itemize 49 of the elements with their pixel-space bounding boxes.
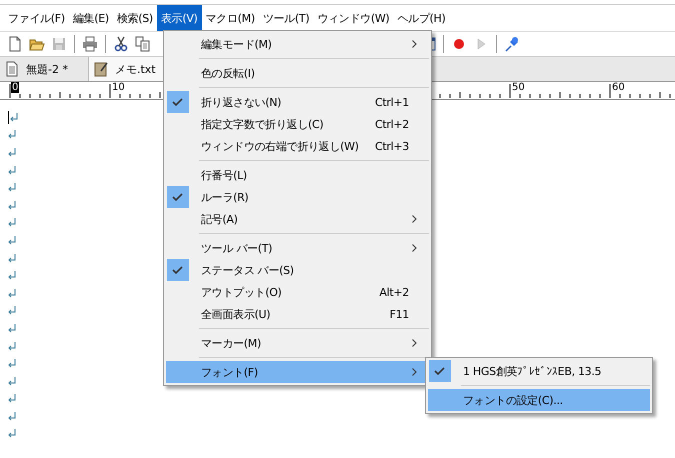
menu-item[interactable]: マーカー(M) [166, 332, 429, 354]
line-break-icon [8, 359, 16, 370]
line-break-icon [8, 254, 16, 264]
menu-item[interactable]: アウトプット(O) Alt+2 [166, 281, 429, 303]
document-icon [4, 61, 20, 77]
ruler-number: 60 [611, 82, 626, 93]
line-break-icon [8, 148, 16, 158]
line-break-icon [8, 324, 16, 334]
line-break-icon [8, 236, 16, 246]
ruler-number: 50 [511, 82, 526, 93]
line-break-icon [8, 200, 16, 211]
menu-item[interactable]: 全画面表示(U) F11 [166, 303, 429, 325]
menu-item[interactable]: 指定文字数で折り返し(C) Ctrl+2 [166, 113, 429, 135]
menu-item[interactable]: 編集モード(M) [166, 33, 429, 55]
menu-item[interactable]: 折り返さない(N) Ctrl+1 [166, 91, 429, 113]
menu-item[interactable]: ツール バー(T) [166, 237, 429, 259]
ruler-number: 0 [11, 82, 20, 93]
ruler-number: 10 [111, 82, 126, 93]
menu-item[interactable]: マクロ(M) [202, 5, 259, 31]
document-tab[interactable]: 無題-2 * [0, 57, 82, 81]
line-break-icon [8, 183, 16, 194]
menu-item[interactable]: フォントの設定(C)... [428, 389, 650, 411]
menu-item[interactable]: ステータス バー(S) [166, 259, 429, 281]
line-break-icon [8, 306, 16, 316]
line-break-icon [8, 288, 16, 299]
menu-item[interactable]: 1 HGS創英ﾌﾟﾚｾﾞﾝｽEB, 13.5 [428, 360, 650, 382]
menu-item[interactable]: ルーラ(R) [166, 186, 429, 208]
menu-item[interactable]: ツール(T) [258, 5, 314, 31]
line-break-icon [8, 412, 16, 422]
line-break-icon [8, 394, 16, 404]
menu-item[interactable]: 記号(A) [166, 208, 429, 230]
line-break-icon [8, 166, 16, 176]
notepad-icon [92, 61, 109, 77]
menu-item[interactable]: 行番号(L) [166, 164, 429, 186]
menu-item[interactable]: ウィンドウの右端で折り返し(W) Ctrl+3 [166, 135, 429, 157]
menu-item[interactable]: 検索(S) [112, 5, 157, 31]
line-break-icon [8, 376, 16, 387]
line-break-icon [8, 130, 16, 140]
menu-item[interactable]: 編集(E) [68, 5, 113, 31]
text-cursor [8, 111, 9, 124]
line-break-icon [10, 112, 18, 123]
line-break-icon [8, 218, 16, 228]
menu-item[interactable]: ヘルプ(H) [393, 5, 450, 31]
line-break-icon [8, 271, 16, 282]
line-break-icon [8, 342, 16, 352]
menu-item[interactable]: ファイル(F) [4, 5, 69, 31]
line-break-icon [8, 429, 16, 440]
menu-item[interactable]: ウィンドウ(W) [313, 5, 394, 31]
menu-item[interactable]: 表示(V) [156, 5, 202, 31]
